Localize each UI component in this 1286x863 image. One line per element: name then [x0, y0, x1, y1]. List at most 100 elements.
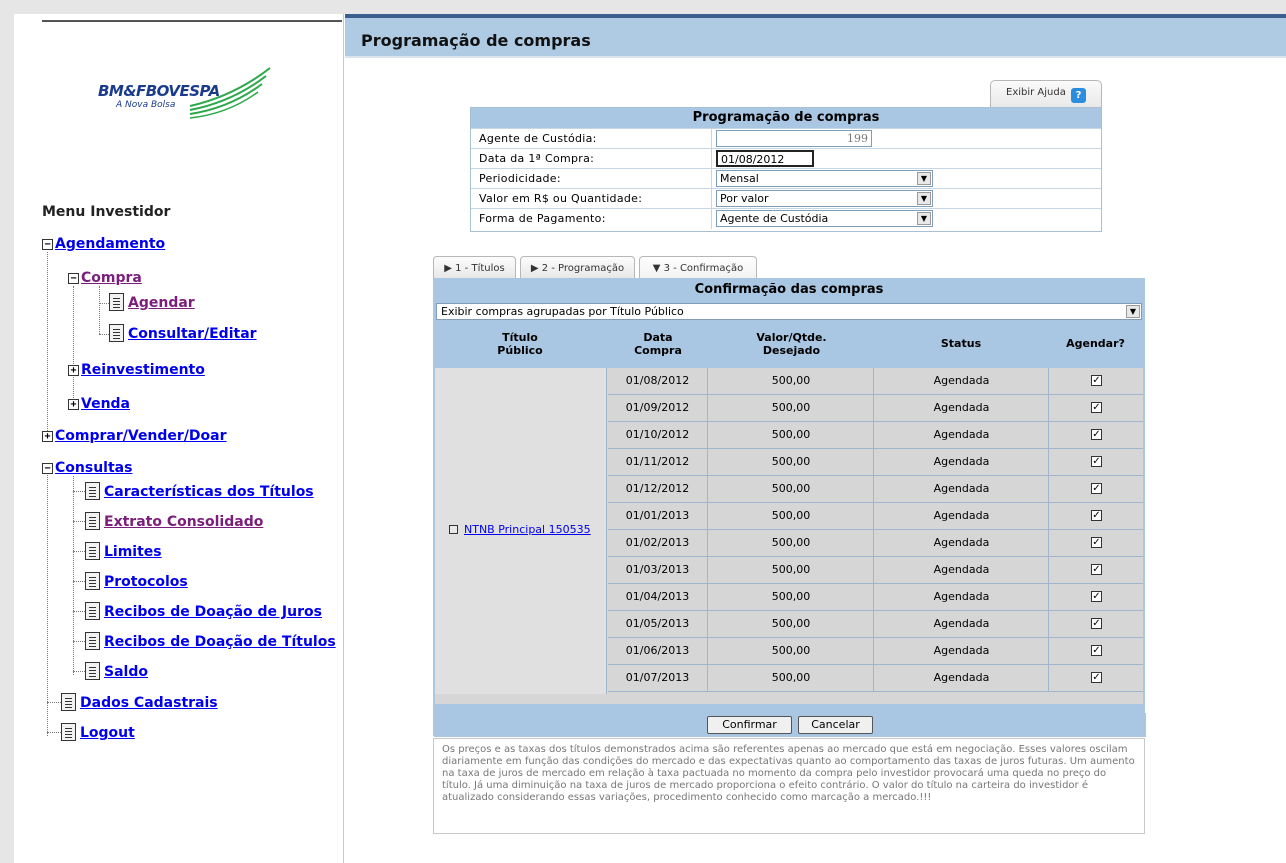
menu-caracteristicas-link[interactable]: Características dos Títulos [104, 484, 314, 500]
agendar-checkbox[interactable]: ✓ [1091, 591, 1102, 602]
purchase-status: Agendada [875, 530, 1049, 556]
menu-reinvestimento[interactable]: + Reinvestimento [68, 362, 205, 378]
titulo-name[interactable]: NTNB Principal 150535 [464, 523, 591, 536]
help-button-label: Exibir Ajuda [1006, 87, 1066, 98]
pagamento-select[interactable]: Agente de Custódia ▼ [716, 210, 933, 227]
menu-agendamento-link[interactable]: Agendamento [55, 236, 165, 252]
menu-extrato-link[interactable]: Extrato Consolidado [104, 514, 263, 530]
header-divider [345, 56, 1286, 58]
tab-confirmacao[interactable]: ▼ 3 - Confirmação [639, 256, 757, 280]
periodicidade-value: Mensal [720, 172, 759, 185]
agendar-checkbox[interactable]: ✓ [1091, 429, 1102, 440]
agendar-checkbox[interactable]: ✓ [1091, 564, 1102, 575]
expand-icon[interactable]: + [42, 431, 53, 442]
help-icon: ? [1071, 88, 1087, 103]
menu-saldo[interactable]: Saldo [85, 662, 148, 680]
col-header-titulo: Título Público [464, 331, 576, 357]
menu-consultar-editar[interactable]: Consultar/Editar [109, 324, 257, 342]
bmfbovespa-logo: BM&FBOVESPA A Nova Bolsa [94, 66, 274, 126]
tree-line [73, 476, 74, 675]
agendar-checkbox[interactable]: ✓ [1091, 510, 1102, 521]
menu-consultas-link[interactable]: Consultas [55, 460, 132, 476]
agendar-checkbox[interactable]: ✓ [1091, 456, 1102, 467]
tree-line [99, 286, 100, 334]
menu-limites-link[interactable]: Limites [104, 544, 162, 560]
menu-dados-cadastrais-link[interactable]: Dados Cadastrais [80, 695, 218, 711]
purchase-date: 01/04/2013 [608, 584, 708, 610]
data-compra-input[interactable]: 01/08/2012 [716, 150, 814, 167]
expand-icon[interactable]: + [68, 399, 79, 410]
tab-titulos[interactable]: ▶ 1 - Títulos [433, 256, 516, 280]
menu-protocolos[interactable]: Protocolos [85, 572, 188, 590]
help-button[interactable]: Exibir Ajuda ? [990, 80, 1102, 108]
menu-consultas[interactable]: − Consultas [42, 460, 132, 476]
group-by-select[interactable]: Exibir compras agrupadas por Título Públ… [436, 303, 1142, 320]
table-row: 01/07/2013 500,00 Agendada ✓ [608, 665, 1143, 692]
purchase-date: 01/06/2013 [608, 638, 708, 664]
dropdown-arrow-icon[interactable]: ▼ [917, 172, 931, 185]
agendar-checkbox[interactable]: ✓ [1091, 483, 1102, 494]
document-icon [85, 572, 100, 590]
menu-reinvestimento-link[interactable]: Reinvestimento [81, 362, 205, 378]
form-title: Programação de compras [471, 108, 1101, 128]
menu-agendamento[interactable]: − Agendamento [42, 236, 165, 252]
collapse-icon[interactable]: − [68, 273, 79, 284]
menu-protocolos-link[interactable]: Protocolos [104, 574, 188, 590]
menu-dados-cadastrais[interactable]: Dados Cadastrais [61, 693, 218, 711]
titulo-cell: NTNB Principal 150535 [435, 368, 607, 694]
document-icon [85, 602, 100, 620]
menu-extrato[interactable]: Extrato Consolidado [85, 512, 263, 530]
menu-venda-link[interactable]: Venda [81, 396, 130, 412]
menu-recibos-juros-link[interactable]: Recibos de Doação de Juros [104, 604, 322, 620]
menu-saldo-link[interactable]: Saldo [104, 664, 148, 680]
periodicidade-select[interactable]: Mensal ▼ [716, 170, 933, 187]
menu-comprar-vender-doar-link[interactable]: Comprar/Vender/Doar [55, 428, 227, 444]
menu-recibos-titulos[interactable]: Recibos de Doação de Títulos [85, 632, 336, 650]
collapse-icon[interactable]: − [42, 463, 53, 474]
menu-comprar-vender-doar[interactable]: + Comprar/Vender/Doar [42, 428, 227, 444]
table-row: 01/10/2012 500,00 Agendada ✓ [608, 422, 1143, 449]
agendar-checkbox[interactable]: ✓ [1091, 375, 1102, 386]
confirmation-title: Confirmação das compras [694, 282, 884, 297]
purchase-status: Agendada [875, 665, 1049, 691]
menu-agendar-link[interactable]: Agendar [128, 295, 195, 311]
menu-logout-link[interactable]: Logout [80, 725, 135, 741]
agendar-checkbox[interactable]: ✓ [1091, 618, 1102, 629]
menu-logout[interactable]: Logout [61, 723, 135, 741]
purchase-date: 01/11/2012 [608, 449, 708, 475]
form-row-agente: Agente de Custódia: 199 [471, 128, 1101, 149]
titulo-link[interactable]: NTNB Principal 150535 [449, 523, 591, 536]
menu-venda[interactable]: + Venda [68, 396, 130, 412]
agendar-checkbox[interactable]: ✓ [1091, 537, 1102, 548]
periodicidade-label: Periodicidade: [479, 172, 561, 185]
cancel-button[interactable]: Cancelar [798, 716, 873, 734]
menu-compra[interactable]: − Compra [68, 270, 142, 286]
table-row: 01/05/2013 500,00 Agendada ✓ [608, 611, 1143, 638]
dropdown-arrow-icon[interactable]: ▼ [917, 212, 931, 225]
agendar-checkbox[interactable]: ✓ [1091, 672, 1102, 683]
dropdown-arrow-icon[interactable]: ▼ [917, 192, 931, 205]
menu-compra-link[interactable]: Compra [81, 270, 142, 286]
tree-line [47, 252, 48, 435]
collapse-icon[interactable]: − [42, 239, 53, 250]
purchase-value: 500,00 [709, 665, 874, 691]
agendar-checkbox[interactable]: ✓ [1091, 645, 1102, 656]
menu-recibos-titulos-link[interactable]: Recibos de Doação de Títulos [104, 634, 336, 650]
purchase-status: Agendada [875, 476, 1049, 502]
menu-consultar-editar-link[interactable]: Consultar/Editar [128, 326, 257, 342]
agendar-checkbox[interactable]: ✓ [1091, 402, 1102, 413]
menu-limites[interactable]: Limites [85, 542, 162, 560]
menu-recibos-juros[interactable]: Recibos de Doação de Juros [85, 602, 322, 620]
tab-programacao[interactable]: ▶ 2 - Programação [520, 256, 635, 280]
pagamento-value: Agente de Custódia [720, 212, 829, 225]
menu-agendar[interactable]: Agendar [109, 293, 195, 311]
table-row: 01/08/2012 500,00 Agendada ✓ [608, 368, 1143, 395]
agente-field[interactable]: 199 [716, 130, 872, 147]
document-icon [109, 324, 124, 342]
confirm-button[interactable]: Confirmar [707, 716, 792, 734]
valor-select[interactable]: Por valor ▼ [716, 190, 933, 207]
tree-line [73, 521, 85, 522]
menu-caracteristicas[interactable]: Características dos Títulos [85, 482, 314, 500]
expand-icon[interactable]: + [68, 365, 79, 376]
dropdown-arrow-icon[interactable]: ▼ [1126, 305, 1140, 318]
